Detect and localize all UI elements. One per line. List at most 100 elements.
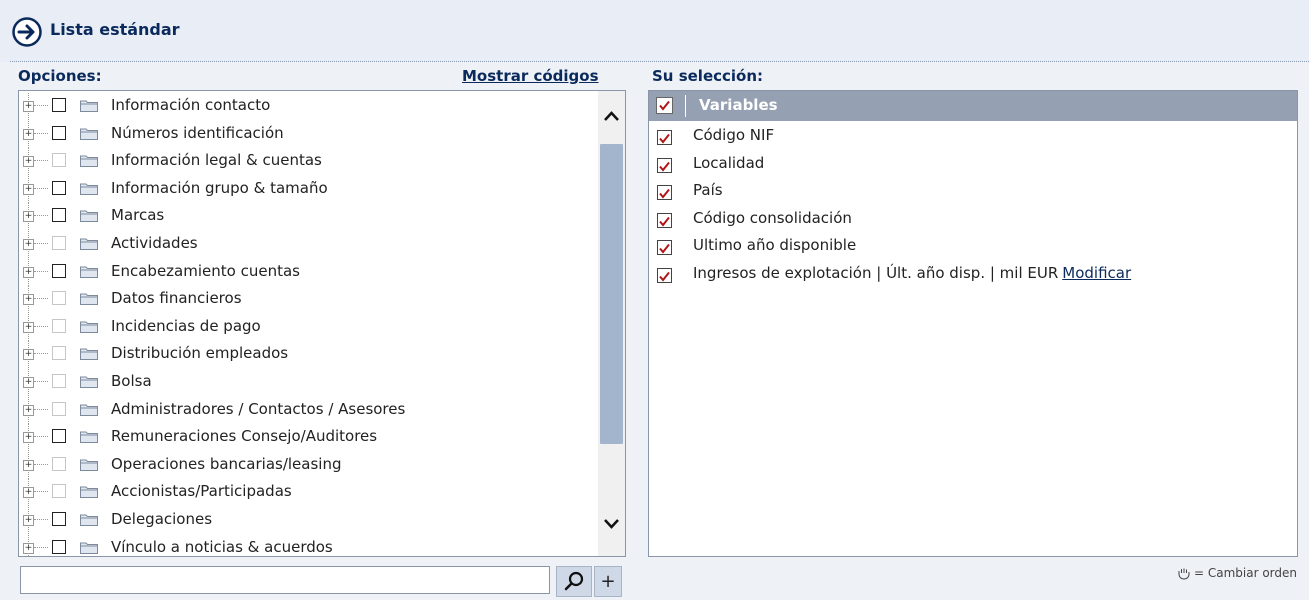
select-all-checkbox[interactable]: [656, 97, 673, 114]
tree-item[interactable]: + Operaciones bancarias/leasing: [19, 451, 594, 479]
selection-item-label: Ingresos de explotación | Últ. año disp.…: [693, 264, 1131, 282]
tree-item[interactable]: + Información legal & cuentas: [19, 148, 594, 176]
modify-link[interactable]: Modificar: [1062, 264, 1131, 282]
tree-item-label: Información contacto: [111, 96, 271, 114]
selection-item[interactable]: Localidad: [649, 151, 1289, 178]
folder-icon: [80, 486, 98, 499]
option-checkbox[interactable]: [52, 208, 66, 223]
selection-checkbox[interactable]: [657, 268, 672, 283]
check-icon: [659, 189, 670, 199]
expand-icon[interactable]: +: [23, 128, 34, 140]
tree-item-label: Información legal & cuentas: [111, 151, 322, 170]
selection-item-text: Localidad: [693, 153, 765, 172]
expand-icon[interactable]: +: [23, 321, 34, 333]
selection-item[interactable]: Ultimo año disponible: [649, 233, 1289, 260]
option-checkbox[interactable]: [52, 346, 66, 361]
tree-item[interactable]: + Bolsa: [19, 369, 594, 396]
tree-connector: [34, 187, 48, 189]
option-checkbox[interactable]: [52, 512, 66, 526]
tree-item[interactable]: + Información contacto: [19, 93, 594, 120]
tree-item[interactable]: + Accionistas/Participadas: [19, 479, 594, 507]
option-checkbox[interactable]: [52, 401, 66, 416]
expand-icon[interactable]: +: [23, 239, 34, 250]
option-checkbox[interactable]: [52, 291, 66, 306]
tree-item[interactable]: + Incidencias de pago: [19, 313, 594, 341]
selection-checkbox[interactable]: [657, 130, 672, 145]
expand-icon[interactable]: +: [23, 515, 34, 526]
selection-checkbox[interactable]: [657, 212, 672, 228]
expand-icon[interactable]: +: [23, 542, 34, 554]
folder-icon: [80, 431, 98, 444]
selection-item-text: Código consolidación: [693, 208, 852, 227]
options-scrollbar[interactable]: [598, 91, 625, 556]
add-button[interactable]: +: [594, 566, 622, 597]
option-checkbox[interactable]: [52, 456, 66, 471]
option-checkbox[interactable]: [52, 180, 66, 195]
tree-item[interactable]: + Vínculo a noticias & acuerdos: [19, 534, 594, 556]
expand-icon[interactable]: +: [23, 432, 34, 444]
expand-icon[interactable]: +: [23, 349, 34, 361]
folder-icon: [80, 210, 98, 223]
option-checkbox[interactable]: [52, 263, 66, 278]
tree-item[interactable]: + Administradores / Contactos / Asesores: [19, 396, 594, 424]
tree-connector: [34, 463, 48, 465]
selection-label: Su selección:: [652, 67, 764, 85]
folder-icon: [80, 404, 98, 416]
selection-item-text: Ultimo año disponible: [693, 236, 857, 255]
expand-icon[interactable]: +: [23, 459, 34, 471]
option-checkbox[interactable]: [52, 374, 66, 388]
expand-icon[interactable]: +: [23, 183, 34, 195]
tree-item[interactable]: + Actividades: [19, 231, 594, 258]
expand-icon[interactable]: +: [23, 294, 34, 306]
folder-icon: [80, 100, 98, 112]
selection-item[interactable]: Ingresos de explotación | Últ. año disp.…: [649, 261, 1289, 288]
tree-item-label: Marcas: [111, 206, 165, 225]
option-checkbox[interactable]: [52, 153, 66, 168]
tree-item[interactable]: + Delegaciones: [19, 507, 594, 534]
expand-icon[interactable]: +: [23, 487, 34, 499]
expand-icon[interactable]: +: [23, 404, 34, 416]
tree-item[interactable]: + Distribución empleados: [19, 341, 594, 369]
search-button[interactable]: [556, 566, 592, 597]
check-icon: [659, 216, 670, 227]
folder-icon: [80, 348, 98, 361]
tree-item[interactable]: + Datos financieros: [19, 286, 594, 314]
tree-connector: [34, 436, 48, 438]
expand-icon[interactable]: +: [23, 211, 34, 223]
scroll-up-icon[interactable]: [598, 105, 625, 127]
expand-icon[interactable]: +: [23, 266, 34, 278]
expand-icon[interactable]: +: [23, 156, 34, 168]
tree-item[interactable]: + Números identificación: [19, 120, 594, 148]
tree-item[interactable]: + Información grupo & tamaño: [19, 175, 594, 203]
selection-item[interactable]: Código NIF: [649, 123, 1289, 150]
option-checkbox[interactable]: [52, 484, 66, 499]
expand-icon[interactable]: +: [23, 377, 34, 388]
selection-checkbox[interactable]: [657, 185, 672, 201]
tree-item-label: Números identificación: [111, 123, 284, 142]
scroll-thumb[interactable]: [600, 144, 623, 444]
option-checkbox[interactable]: [52, 236, 66, 250]
tree-item-label: Distribución empleados: [111, 344, 289, 363]
tree-item-label: Actividades: [111, 234, 198, 252]
folder-icon: [80, 238, 98, 250]
option-checkbox[interactable]: [52, 125, 66, 140]
selection-item[interactable]: Código consolidación: [649, 206, 1289, 233]
selection-checkbox[interactable]: [657, 240, 672, 256]
tree-item[interactable]: + Marcas: [19, 203, 594, 231]
option-checkbox[interactable]: [52, 318, 66, 333]
selection-item[interactable]: País: [649, 178, 1289, 205]
expand-icon[interactable]: +: [23, 101, 34, 112]
show-codes-link[interactable]: Mostrar códigos: [462, 67, 599, 85]
tree-item-label: Incidencias de pago: [111, 316, 261, 335]
option-checkbox[interactable]: [52, 98, 66, 112]
scroll-down-icon[interactable]: [598, 512, 625, 534]
option-checkbox[interactable]: [52, 429, 66, 444]
selection-item-text: Código NIF: [693, 126, 775, 144]
search-input[interactable]: [20, 566, 550, 594]
selection-checkbox[interactable]: [657, 157, 672, 173]
option-checkbox[interactable]: [52, 539, 66, 554]
tree-item[interactable]: + Remuneraciones Consejo/Auditores: [19, 424, 594, 452]
tree-item-label: Información grupo & tamaño: [111, 178, 328, 197]
change-order-label: = Cambiar orden: [1193, 566, 1297, 580]
tree-item[interactable]: + Encabezamiento cuentas: [19, 258, 594, 286]
